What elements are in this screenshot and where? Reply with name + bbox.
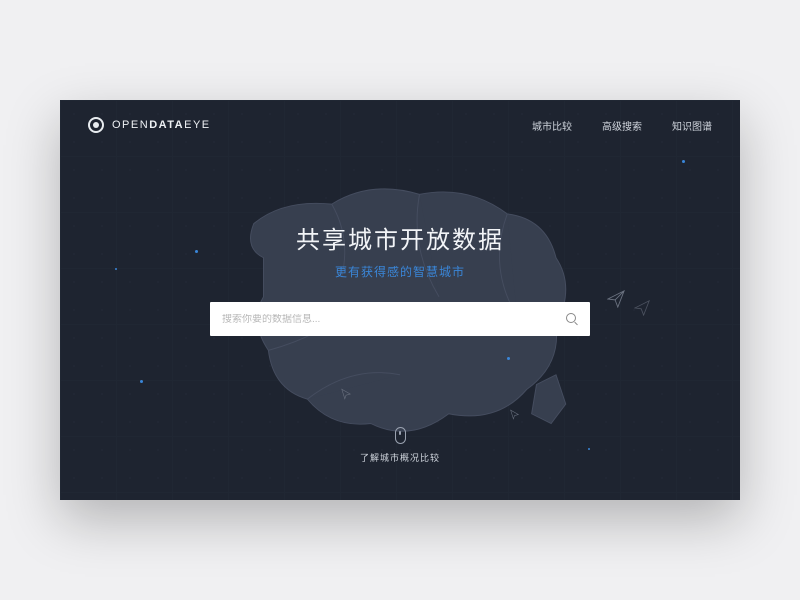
search-input[interactable] xyxy=(222,314,566,325)
mouse-icon xyxy=(395,427,406,444)
brand-word-data: DATA xyxy=(149,119,184,131)
search-icon[interactable] xyxy=(566,313,578,325)
eye-icon xyxy=(88,117,104,133)
page-title: 共享城市开放数据 xyxy=(296,220,504,255)
hero: 共享城市开放数据 更有获得感的智慧城市 xyxy=(60,220,740,336)
brand-name: OPENDATAEYE xyxy=(112,119,211,131)
search-bar[interactable] xyxy=(210,302,590,336)
nav-link-city-compare[interactable]: 城市比较 xyxy=(532,118,572,133)
accent-dot xyxy=(507,357,510,360)
scroll-hint-label: 了解城市概况比较 xyxy=(360,451,440,464)
cursor-icon xyxy=(509,409,520,420)
cursor-icon xyxy=(340,388,352,400)
app-window: OPENDATAEYE 城市比较 高级搜索 知识图谱 共享城市开放数据 更有获得… xyxy=(60,100,740,500)
header: OPENDATAEYE 城市比较 高级搜索 知识图谱 xyxy=(60,100,740,150)
brand-logo[interactable]: OPENDATAEYE xyxy=(88,117,211,133)
accent-dot xyxy=(682,160,685,163)
scroll-hint[interactable]: 了解城市概况比较 xyxy=(60,427,740,464)
brand-word-open: OPEN xyxy=(112,119,149,131)
nav-link-knowledge-graph[interactable]: 知识图谱 xyxy=(672,118,712,133)
nav-link-advanced-search[interactable]: 高级搜索 xyxy=(602,118,642,133)
accent-dot xyxy=(140,380,143,383)
page-subtitle: 更有获得感的智慧城市 xyxy=(335,263,465,280)
main-nav: 城市比较 高级搜索 知识图谱 xyxy=(532,118,712,133)
brand-word-eye: EYE xyxy=(184,119,211,131)
